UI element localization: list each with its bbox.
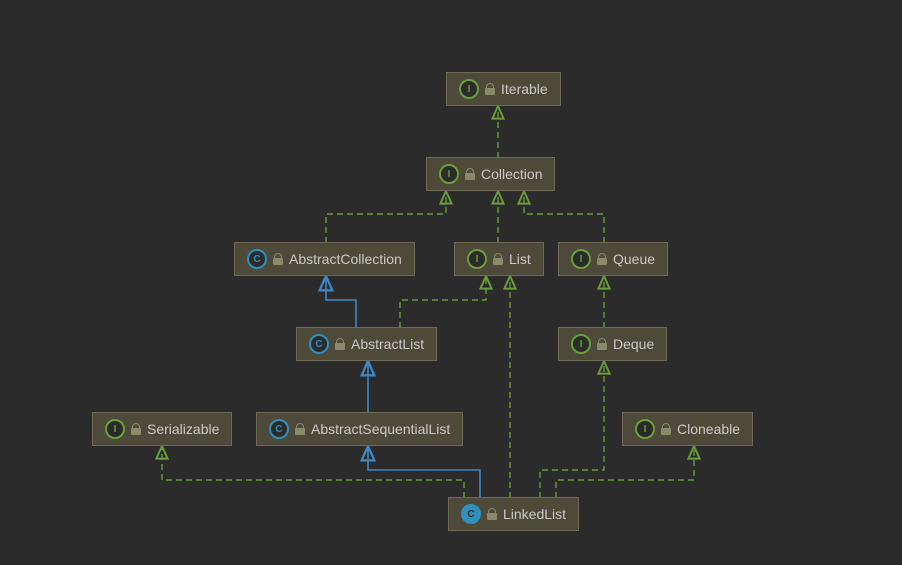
lock-icon [661,423,671,435]
node-label: List [509,251,531,267]
uml-hierarchy-diagram: I Iterable I Collection C AbstractCollec… [0,0,902,565]
class-icon: C [309,334,329,354]
node-deque[interactable]: I Deque [558,327,667,361]
lock-icon [597,338,607,350]
node-label: AbstractList [351,336,424,352]
node-queue[interactable]: I Queue [558,242,668,276]
node-linked-list[interactable]: C LinkedList [448,497,579,531]
class-icon: C [269,419,289,439]
lock-icon [273,253,283,265]
node-abstract-collection[interactable]: C AbstractCollection [234,242,415,276]
lock-icon [597,253,607,265]
interface-icon: I [459,79,479,99]
interface-icon: I [571,334,591,354]
lock-icon [335,338,345,350]
node-label: Cloneable [677,421,740,437]
lock-icon [493,253,503,265]
interface-icon: I [571,249,591,269]
node-collection[interactable]: I Collection [426,157,555,191]
class-icon: C [247,249,267,269]
node-label: Iterable [501,81,548,97]
node-label: Serializable [147,421,219,437]
lock-icon [487,508,497,520]
lock-icon [465,168,475,180]
node-label: Collection [481,166,542,182]
node-abstract-list[interactable]: C AbstractList [296,327,437,361]
interface-icon: I [635,419,655,439]
node-list[interactable]: I List [454,242,544,276]
node-label: AbstractCollection [289,251,402,267]
lock-icon [295,423,305,435]
node-label: Queue [613,251,655,267]
lock-icon [485,83,495,95]
interface-icon: I [467,249,487,269]
node-label: Deque [613,336,654,352]
class-icon: C [461,504,481,524]
interface-icon: I [439,164,459,184]
node-abstract-sequential-list[interactable]: C AbstractSequentialList [256,412,463,446]
node-label: LinkedList [503,506,566,522]
interface-icon: I [105,419,125,439]
lock-icon [131,423,141,435]
node-cloneable[interactable]: I Cloneable [622,412,753,446]
node-serializable[interactable]: I Serializable [92,412,232,446]
node-iterable[interactable]: I Iterable [446,72,561,106]
node-label: AbstractSequentialList [311,421,450,437]
